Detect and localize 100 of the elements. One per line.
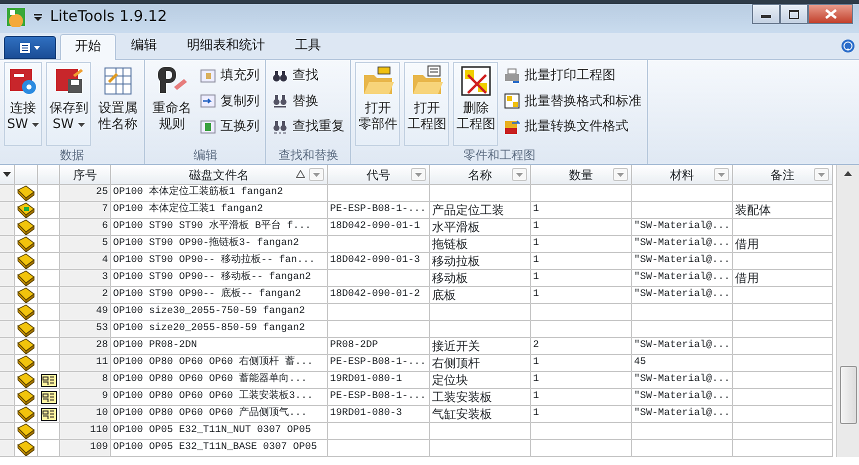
table-cell: 底板	[430, 287, 531, 304]
ribbon-button[interactable]: 批量转换文件格式	[502, 115, 644, 138]
column-header[interactable]: 备注	[733, 165, 833, 185]
column-header[interactable]: 序号	[60, 165, 111, 185]
table-cell: 109	[60, 440, 111, 457]
table-cell: 49	[60, 304, 111, 321]
table-cell: 气缸安装板	[430, 406, 531, 423]
table-cell: 移动板	[430, 270, 531, 287]
ribbon-button[interactable]: 重命名 规则	[149, 62, 194, 146]
ribbon-button[interactable]: 保存到 SW	[46, 62, 92, 146]
table-cell: 53	[60, 321, 111, 338]
table-cell: OP100 OP05 E32_T11N_BASE 0307 OP05	[111, 440, 328, 457]
row-header-cell[interactable]	[0, 389, 15, 406]
ribbon-button[interactable]: 替换	[270, 90, 346, 113]
caret-icon	[313, 172, 320, 176]
table-cell: 1	[531, 253, 632, 270]
minimize-button[interactable]	[752, 4, 780, 24]
column-header[interactable]: 名称	[430, 165, 531, 185]
ribbon-button[interactable]: 打开 工程图	[404, 62, 450, 146]
row-header-cell[interactable]	[0, 270, 15, 287]
table-cell: 19RD01-080-3	[328, 406, 430, 423]
table-cell: 拖链板	[430, 236, 531, 253]
table-cell: "SW-Material@...	[632, 389, 733, 406]
table-cell: 接近开关	[430, 338, 531, 355]
table-cell: OP100 OP80 OP60 OP60 产品侧顶气...	[111, 406, 328, 423]
column-header[interactable]: 磁盘文件名	[111, 165, 328, 185]
table-cell: 2	[60, 287, 111, 304]
row-header-cell[interactable]	[0, 202, 15, 219]
ribbon-button[interactable]: 删除 工程图	[453, 62, 498, 146]
group-label: 编辑	[192, 147, 218, 164]
filter-button[interactable]	[814, 168, 829, 181]
table-cell: 定位块	[430, 372, 531, 389]
caret-icon	[617, 172, 624, 176]
fill-column-icon	[200, 68, 216, 84]
column-header[interactable]: 材料	[632, 165, 733, 185]
ribbon-tab[interactable]: 开始	[60, 34, 116, 60]
row-header-cell[interactable]	[0, 338, 15, 355]
table-cell: OP100 OP80 OP60 OP60 工装安装板3...	[111, 389, 328, 406]
filter-button[interactable]	[512, 168, 527, 181]
table-cell: 18D042-090-01-2	[328, 287, 430, 304]
table-cell: "SW-Material@...	[632, 372, 733, 389]
scrollbar[interactable]	[836, 165, 859, 457]
ribbon-tab[interactable]: 明细表和统计	[172, 32, 280, 59]
close-button[interactable]	[808, 4, 853, 24]
row-header-cell[interactable]	[0, 423, 15, 440]
filter-button[interactable]	[309, 168, 324, 181]
table-cell: 1	[531, 219, 632, 236]
ribbon-tab[interactable]: 工具	[280, 32, 336, 59]
row-header-cell[interactable]	[0, 406, 15, 423]
column-header[interactable]: 代号	[328, 165, 430, 185]
column-header[interactable]: 数量	[531, 165, 632, 185]
table-cell: "SW-Material@...	[632, 253, 733, 270]
ribbon-button[interactable]: 连接 SW	[4, 62, 42, 146]
ribbon-button[interactable]: 批量打印工程图	[502, 64, 644, 88]
table-cell: OP100 本体定位工装1 fangan2	[111, 202, 328, 219]
row-header-cell[interactable]	[0, 321, 15, 338]
table-cell: 2	[531, 338, 632, 355]
folder-icon	[362, 65, 394, 97]
row-header-cell[interactable]	[0, 304, 15, 321]
row-header-cell[interactable]	[0, 185, 15, 202]
table-cell: 3	[60, 270, 111, 287]
scroll-up-icon[interactable]	[844, 171, 852, 176]
ribbon-button[interactable]: 互换列	[198, 115, 262, 138]
table-cell: PR08-2DP	[328, 338, 430, 355]
table-cell: 工装安装板	[430, 389, 531, 406]
application-menu-button[interactable]	[4, 36, 56, 59]
ribbon-tab[interactable]: 编辑	[116, 32, 172, 59]
dropdown-arrow-icon[interactable]	[3, 172, 11, 177]
delete-drawing-icon	[460, 65, 492, 97]
printer-icon	[504, 68, 520, 84]
window-title: LiteTools 1.9.12	[50, 6, 168, 28]
filter-button[interactable]	[714, 168, 729, 181]
row-header-cell[interactable]	[0, 253, 15, 270]
ribbon-button[interactable]: 复制列	[198, 90, 262, 113]
table-cell: 8	[60, 372, 111, 389]
maximize-icon	[789, 10, 799, 18]
row-header-cell[interactable]	[0, 355, 15, 372]
ribbon-button[interactable]: 打开 零部件	[355, 62, 400, 146]
table-cell: 110	[60, 423, 111, 440]
ribbon-button[interactable]: 填充列	[198, 64, 262, 88]
table-cell: 6	[60, 219, 111, 236]
row-header-cell[interactable]	[0, 219, 15, 236]
row-header-cell[interactable]	[0, 372, 15, 389]
help-icon[interactable]	[841, 39, 855, 53]
filter-button[interactable]	[411, 168, 426, 181]
scrollbar-thumb[interactable]	[840, 366, 856, 424]
row-header-cell[interactable]	[0, 440, 15, 457]
ribbon-button[interactable]: 批量替换格式和标准	[502, 90, 644, 113]
swap-column-icon	[200, 118, 216, 135]
ribbon-button[interactable]: 查找	[270, 64, 346, 88]
ribbon-button[interactable]: 查找重复	[270, 115, 346, 138]
row-header-cell[interactable]	[0, 287, 15, 304]
table-cell: 18D042-090-01-1	[328, 219, 430, 236]
maximize-button[interactable]	[780, 4, 808, 24]
table-cell: OP100 ST90 OP90-拖链板3- fangan2	[111, 236, 328, 253]
table-cell: OP100 OP05 E32_T11N_NUT 0307 OP05	[111, 423, 328, 440]
row-header-cell[interactable]	[0, 236, 15, 253]
filter-button[interactable]	[613, 168, 628, 181]
table-cell: 移动拉板	[430, 253, 531, 270]
ribbon-button[interactable]: 设置属 性名称	[95, 62, 140, 146]
